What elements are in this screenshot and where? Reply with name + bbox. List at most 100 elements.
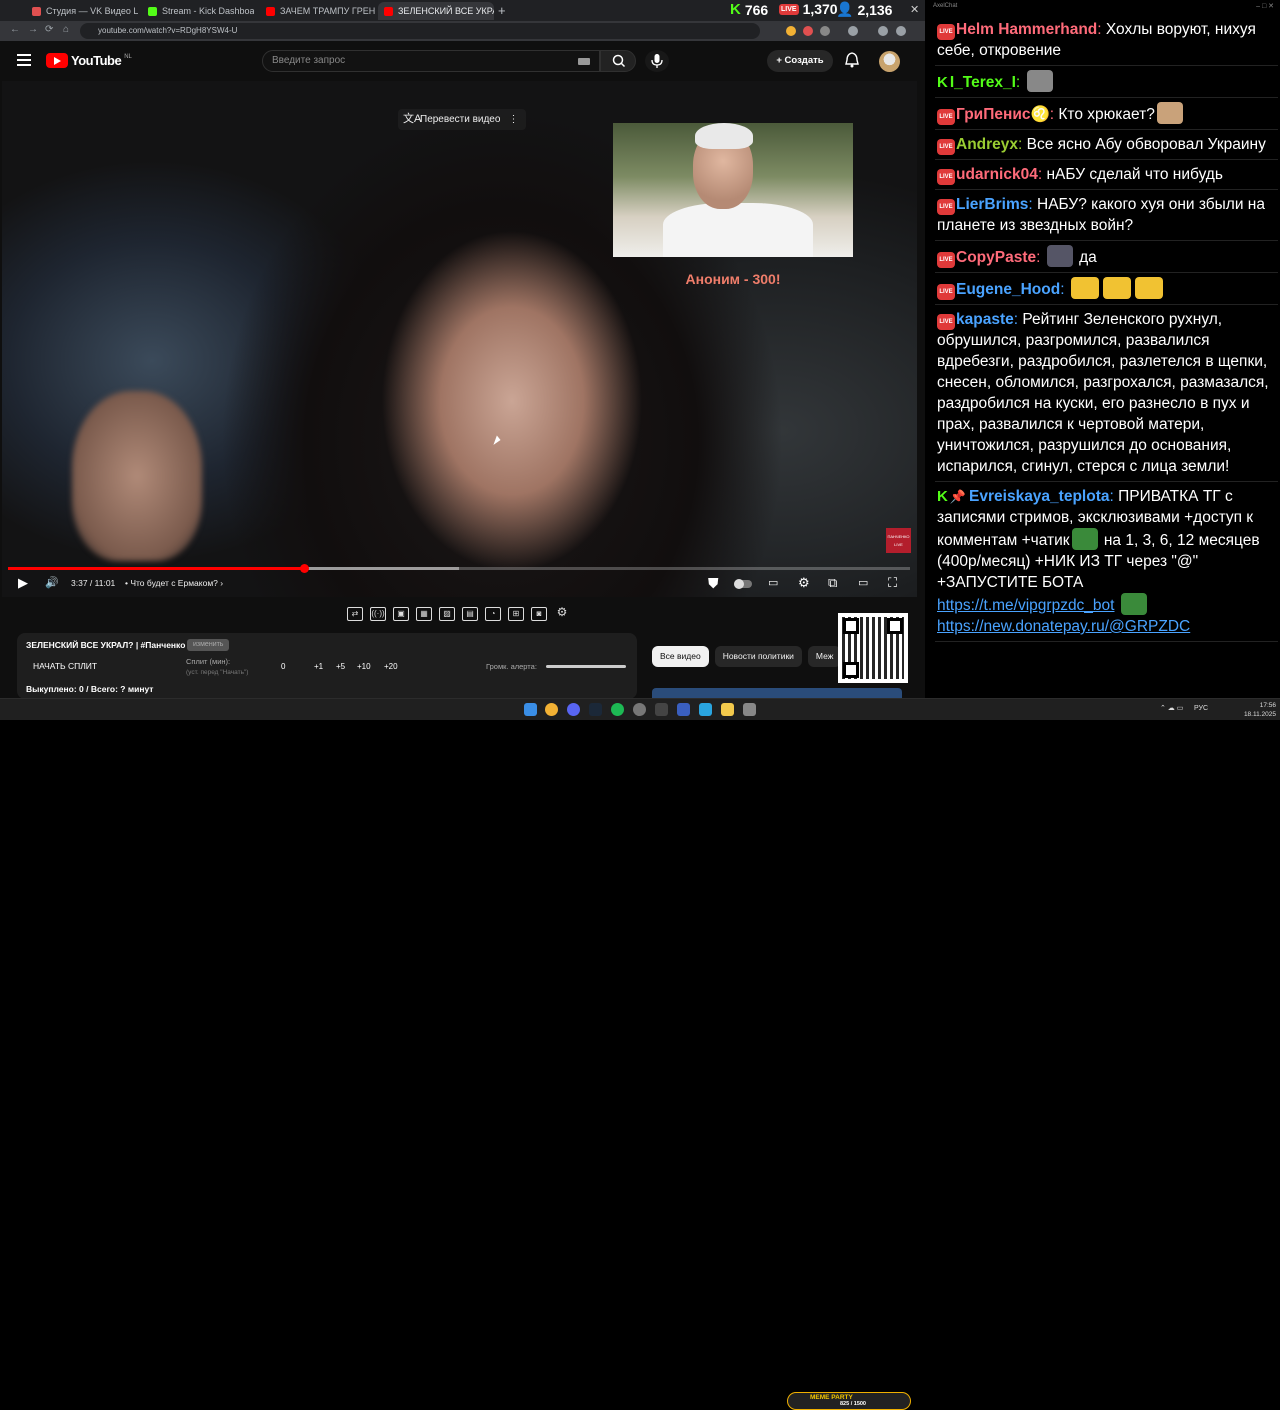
video-info-panel: ЗЕЛЕНСКИЙ ВСЕ УКРАЛ? | #Панченко изменит… [17, 633, 637, 699]
theater-mode-icon[interactable]: ▭ [858, 576, 868, 590]
search-button[interactable] [600, 50, 636, 72]
translate-icon: 文A [403, 113, 422, 125]
chat-window-controls[interactable]: – □ ✕ [1256, 2, 1274, 10]
telegram-bot-link[interactable]: https://t.me/vipgrpzdc_bot [937, 597, 1114, 614]
channel-watermark[interactable]: ПАНЧЕНКО LIVE [886, 528, 911, 553]
browser-window: Студия — VK Видео Live × Stream - Kick D… [0, 0, 925, 699]
extensions-puzzle-icon[interactable] [820, 26, 830, 36]
split-add-button[interactable]: +5 [336, 662, 345, 671]
nick-colon: : [1060, 281, 1069, 298]
add-box-icon[interactable]: ⊞ [508, 607, 524, 621]
url-input[interactable]: youtube.com/watch?v=RDgH8YSW4-U [80, 23, 760, 39]
chapter-title[interactable]: • Что будет с Ермаком? › [125, 578, 223, 588]
split-add-button[interactable]: +20 [384, 662, 398, 671]
emote-image [1102, 277, 1131, 299]
keyboard-icon[interactable] [578, 58, 590, 65]
audio-icon[interactable]: ((·)) [370, 607, 386, 621]
gear-icon[interactable]: ⚙ [554, 606, 570, 621]
vk-live-icon: LIVE [937, 252, 955, 268]
chrome-icon[interactable] [545, 703, 558, 716]
chip-international[interactable]: Меж [807, 646, 842, 667]
discord-icon[interactable] [567, 703, 580, 716]
chip-all-videos[interactable]: Все видео [652, 646, 709, 667]
back-icon[interactable]: ← [10, 24, 20, 35]
tab-youtube-zelensky[interactable]: ЗЕЛЕНСКИЙ ВСЕ УКРАЛ? | #Па... × [378, 2, 494, 20]
translate-video-button[interactable]: 文A Перевести видео ⋮ [398, 109, 527, 130]
tab-vk-studio[interactable]: Студия — VK Видео Live × [26, 2, 138, 20]
title-badge[interactable]: изменить [187, 639, 230, 651]
start-split-button[interactable]: НАЧАТЬ СПЛИТ [33, 661, 97, 671]
meme-party-widget[interactable]: MEME PARTY 825 / 1500 [787, 1392, 911, 1410]
taskbar-clock[interactable]: 17:56 18.11.2025 [1240, 701, 1276, 719]
settings-gear-icon[interactable]: ⚙ [798, 576, 810, 590]
more-options-icon[interactable]: ⋮ [508, 109, 518, 130]
chat-text: Рейтинг Зеленского рухнул, обрушился, ра… [937, 311, 1269, 475]
tab-bar: Студия — VK Видео Live × Stream - Kick D… [0, 0, 925, 21]
home-icon[interactable]: ⌂ [63, 24, 69, 35]
close-window-button[interactable]: ✕ [910, 3, 919, 16]
create-button[interactable]: + Создать [767, 50, 833, 72]
loop-icon[interactable]: ⇄ [347, 607, 363, 621]
language-indicator[interactable]: РУС [1194, 705, 1208, 712]
download-icon[interactable] [848, 26, 858, 36]
search-input[interactable]: Введите запрос [262, 50, 600, 72]
alert-volume-slider[interactable] [546, 665, 626, 668]
forward-icon[interactable]: → [28, 24, 38, 35]
film-icon[interactable]: ▤ [462, 607, 478, 621]
screen-icon[interactable]: ▨ [439, 607, 455, 621]
telegram-icon[interactable] [699, 703, 712, 716]
chat-message: LIVE CopyPaste: да [935, 244, 1278, 273]
obs-icon[interactable] [633, 703, 646, 716]
youtube-favicon-icon [266, 6, 275, 16]
picture-icon[interactable]: ▣ [393, 607, 409, 621]
address-bar-row: ← → ⟳ ⌂ youtube.com/watch?v=RDgH8YSW4-U [0, 21, 925, 41]
recommended-video-thumbnail[interactable] [652, 688, 902, 698]
extension-icon[interactable] [786, 26, 796, 36]
fullscreen-icon[interactable]: ⛶ [888, 576, 897, 590]
chip-politics-news[interactable]: Новости политики [714, 646, 802, 667]
vk-live-icon: LIVE [937, 314, 955, 330]
steam-icon[interactable] [589, 703, 602, 716]
donatepay-link[interactable]: https://new.donatepay.ru/@GRPZDC [937, 618, 1190, 635]
file-explorer-icon[interactable] [721, 703, 734, 716]
autoplay-shield-icon[interactable]: ⛊ [708, 576, 719, 590]
split-add-button[interactable]: +10 [357, 662, 371, 671]
menu-icon[interactable] [896, 26, 906, 36]
app-icon[interactable] [677, 703, 690, 716]
play-icon[interactable]: ▶ [18, 576, 28, 590]
tab-kick-dashboard[interactable]: Stream - Kick Dashboard × [142, 2, 254, 20]
nick-colon: : [1028, 196, 1037, 213]
notifications-bell-icon[interactable] [845, 52, 859, 71]
video-frame-hand [72, 391, 202, 561]
extension-icon[interactable] [803, 26, 813, 36]
subtitles-icon[interactable]: ▭ [768, 576, 778, 590]
account-avatar[interactable] [879, 51, 900, 72]
tab-youtube-trump[interactable]: ЗАЧЕМ ТРАМПУ ГРЕНЛАНДИ... × [260, 2, 375, 20]
clapper-icon[interactable]: ▦ [416, 607, 432, 621]
split-add-button[interactable]: +1 [314, 662, 323, 671]
app-icon[interactable] [655, 703, 668, 716]
kick-viewers-count: 766 [744, 1, 769, 18]
spotify-icon[interactable] [611, 703, 624, 716]
tab-title: ЗЕЛЕНСКИЙ ВСЕ УКРАЛ? | #Па... [398, 6, 494, 16]
miniplayer-icon[interactable]: ⧉ [828, 576, 837, 590]
kick-favicon-icon [148, 6, 157, 16]
video-progress-bar[interactable] [8, 564, 910, 573]
hamburger-menu-icon[interactable] [17, 54, 31, 66]
profile-icon[interactable] [878, 26, 888, 36]
voice-search-button[interactable] [645, 50, 669, 72]
autoplay-toggle[interactable] [734, 579, 752, 589]
emote-image [1026, 70, 1053, 92]
video-player[interactable]: Аноним - 300! 文A Перевести видео ⋮ ПАНЧЕ… [2, 81, 917, 597]
system-tray[interactable]: ⌃ ☁ ▭ [1160, 704, 1183, 712]
chat-text: Все ясно Абу обворовал Украину [1026, 136, 1266, 153]
reload-icon[interactable]: ⟳ [45, 24, 53, 35]
app-icon[interactable] [743, 703, 756, 716]
chat-text: Кто хрюкает? [1058, 106, 1155, 123]
windows-start-icon[interactable] [524, 703, 537, 716]
youtube-logo[interactable]: YouTube NL [46, 53, 132, 68]
speed-icon[interactable]: ◔ [485, 607, 501, 621]
new-tab-button[interactable]: + [498, 3, 506, 18]
volume-icon[interactable]: 🔊 [45, 576, 59, 590]
camera-icon[interactable]: ◙ [531, 607, 547, 621]
